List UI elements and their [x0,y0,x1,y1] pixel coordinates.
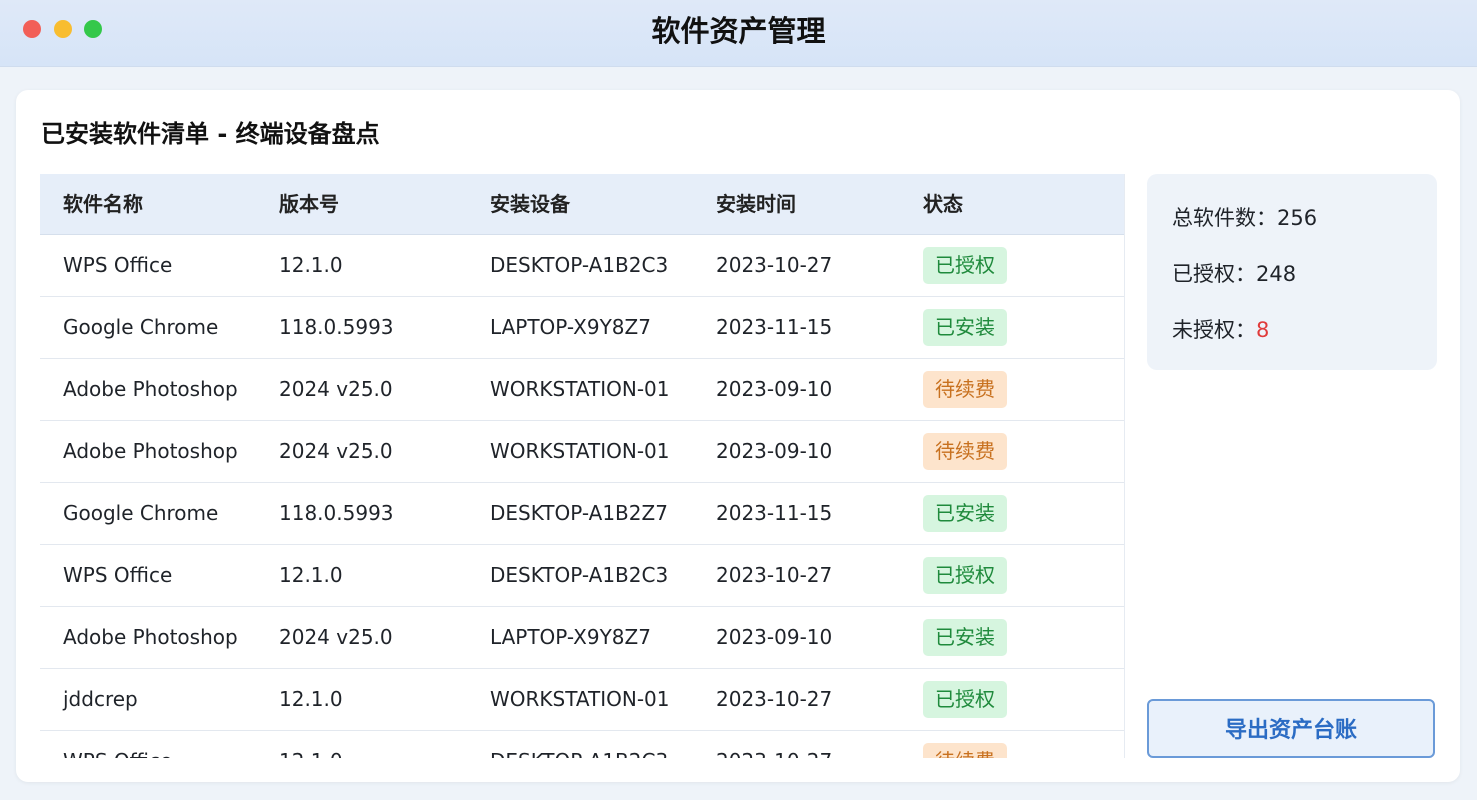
window-titlebar: 软件资产管理 [0,0,1477,67]
cell-install-date: 2023-09-10 [716,625,833,649]
cell-version: 12.1.0 [279,563,343,587]
cell-install-date: 2023-10-27 [716,731,832,758]
status-badge: 已授权 [923,247,1007,284]
stat-unlicensed: 未授权：8 [1172,314,1269,344]
cell-version: 118.0.5993 [279,501,394,525]
cell-install-date: 2023-10-27 [716,687,833,711]
stat-total-label: 总软件数： [1172,206,1277,230]
table-body: WPS Office 12.1.0 DESKTOP-A1B2C3 2023-10-27… [40,235,1124,758]
table-row[interactable]: WPS Office 12.1.0 DESKTOP-A1B2C3 2023-10-27… [40,235,1124,297]
window-title: 软件资产管理 [651,14,826,48]
cell-version: 2024 v25.0 [279,439,393,463]
cell-software-name: WPS Office [63,731,172,758]
cell-software-name: WPS Office [63,253,173,277]
cell-device: WORKSTATION-01 [490,439,670,463]
status-badge: 待续费 [923,433,1007,470]
table-row[interactable]: Adobe Photoshop 2024 v25.0 LAPTOP-X9Y8Z7 20… [40,607,1124,669]
column-header-device[interactable]: 安装设备 [490,174,570,234]
cell-device: LAPTOP-X9Y8Z7 [490,315,651,339]
cell-software-name: Google Chrome [63,315,219,339]
cell-software-name: WPS Office [63,563,173,587]
table-row[interactable]: Adobe Photoshop 2024 v25.0 WORKSTATION-01 2… [40,421,1124,483]
cell-version: 12.1.0 [279,253,343,277]
cell-device: DESKTOP-A1B2C3 [490,731,668,758]
table-row[interactable]: Adobe Photoshop 2024 v25.0 WORKSTATION-01 2… [40,359,1124,421]
status-badge: 已安装 [923,495,1007,532]
cell-software-name: Adobe Photoshop [63,625,238,649]
status-badge: 已安装 [923,309,1007,346]
cell-device: DESKTOP-A1B2Z7 [490,501,668,525]
stat-unlicensed-label: 未授权： [1172,318,1256,342]
cell-install-date: 2023-11-15 [716,501,833,525]
cell-software-name: jddcrep [63,687,138,711]
column-header-version[interactable]: 版本号 [279,174,339,234]
main-card: 已安装软件清单 - 终端设备盘点 软件名称 版本号 安装设备 安装时间 状态 W… [16,90,1460,782]
column-header-status[interactable]: 状态 [923,174,963,234]
cell-software-name: Google Chrome [63,501,219,525]
status-badge: 已安装 [923,619,1007,656]
cell-install-date: 2023-09-10 [716,377,833,401]
cell-version: 2024 v25.0 [279,377,393,401]
stat-total-value: 256 [1277,206,1318,230]
table-row[interactable]: jddcrep 12.1.0 WORKSTATION-01 2023-10-27 已授权 [40,669,1124,731]
table-row[interactable]: WPS Office 12.1.0 DESKTOP-A1B2C3 2023-10-27… [40,545,1124,607]
stat-licensed-value: 248 [1256,262,1297,286]
cell-version: 2024 v25.0 [279,625,393,649]
cell-version: 12.1.0 [279,687,343,711]
status-badge: 已授权 [923,681,1007,718]
cell-install-date: 2023-10-27 [716,253,833,277]
stats-panel: 总软件数：256 已授权：248 未授权：8 [1147,174,1437,370]
stat-unlicensed-value: 8 [1256,318,1270,342]
column-header-name[interactable]: 软件名称 [63,174,143,234]
cell-install-date: 2023-09-10 [716,439,833,463]
cell-software-name: Adobe Photoshop [63,377,238,401]
table-row[interactable]: WPS Office 12.1.0 DESKTOP-A1B2C3 2023-10-27… [40,731,1124,758]
status-badge: 待续费 [923,743,1007,758]
cell-device: WORKSTATION-01 [490,377,670,401]
stat-licensed: 已授权：248 [1172,258,1296,288]
cell-software-name: Adobe Photoshop [63,439,238,463]
status-badge: 已授权 [923,557,1007,594]
cell-install-date: 2023-11-15 [716,315,833,339]
table-row[interactable]: Google Chrome 118.0.5993 LAPTOP-X9Y8Z7 2023… [40,297,1124,359]
cell-device: DESKTOP-A1B2C3 [490,563,669,587]
status-badge: 待续费 [923,371,1007,408]
column-header-date[interactable]: 安装时间 [716,174,796,234]
cell-device: LAPTOP-X9Y8Z7 [490,625,651,649]
cell-device: DESKTOP-A1B2C3 [490,253,669,277]
stat-licensed-label: 已授权： [1172,262,1256,286]
table-header: 软件名称 版本号 安装设备 安装时间 状态 [40,174,1124,235]
cell-version: 12.1.0 [279,731,343,758]
software-table[interactable]: 软件名称 版本号 安装设备 安装时间 状态 WPS Office 12.1.0 DE… [40,174,1125,758]
cell-install-date: 2023-10-27 [716,563,833,587]
stat-total: 总软件数：256 [1172,202,1317,232]
table-row[interactable]: Google Chrome 118.0.5993 DESKTOP-A1B2Z7 202… [40,483,1124,545]
export-ledger-button[interactable]: 导出资产台账 [1147,699,1435,758]
cell-version: 118.0.5993 [279,315,394,339]
cell-device: WORKSTATION-01 [490,687,670,711]
page-title: 已安装软件清单 - 终端设备盘点 [41,120,380,148]
